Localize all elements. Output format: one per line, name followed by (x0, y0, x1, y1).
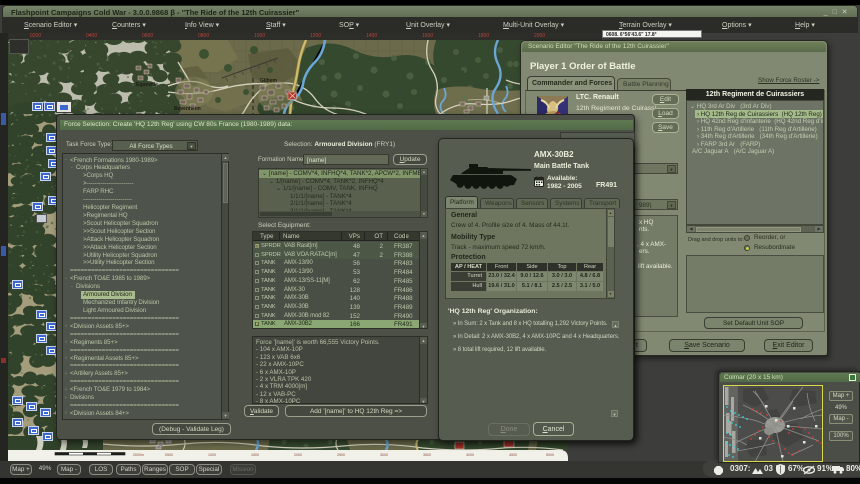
svg-text:5000: 5000 (546, 453, 554, 457)
svg-text:2500: 2500 (337, 453, 345, 457)
svg-text:3500: 3500 (423, 453, 431, 457)
svg-text:3000: 3000 (380, 453, 388, 457)
svg-text:4500: 4500 (509, 453, 517, 457)
svg-text:0500: 0500 (165, 453, 173, 457)
svg-text:4000: 4000 (466, 453, 474, 457)
svg-text:Gilhem: Gilhem (260, 78, 278, 84)
svg-text:2000m: 2000m (133, 453, 144, 457)
svg-text:1500: 1500 (251, 453, 259, 457)
svg-text:2000: 2000 (294, 453, 302, 457)
svg-text:Equeville: Equeville (136, 82, 158, 88)
svg-text:Bevenheim: Bevenheim (174, 106, 201, 112)
svg-text:1000: 1000 (208, 453, 216, 457)
